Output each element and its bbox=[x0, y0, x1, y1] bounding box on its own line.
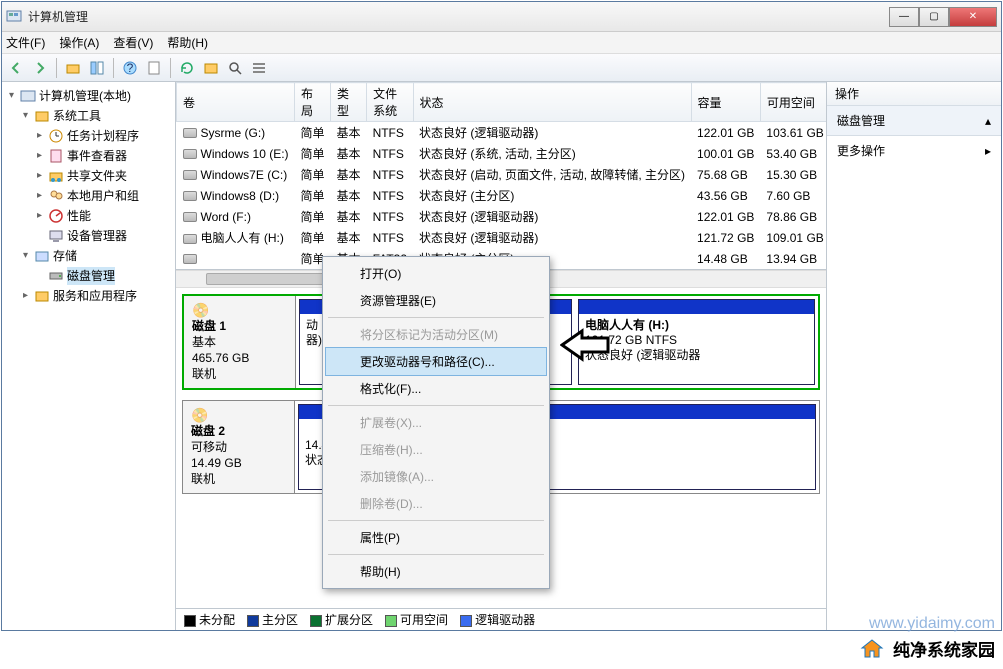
tree-services[interactable]: ▸服务和应用程序 bbox=[20, 286, 173, 306]
show-hide-button[interactable] bbox=[87, 58, 107, 78]
ctx-explorer[interactable]: 资源管理器(E) bbox=[326, 287, 546, 314]
ctx-mirror: 添加镜像(A)... bbox=[326, 463, 546, 490]
navigation-tree[interactable]: ▾计算机管理(本地) ▾系统工具 ▸任务计划程序 ▸事件查看器 ▸共享文件夹 ▸… bbox=[2, 82, 176, 630]
col-volume[interactable]: 卷 bbox=[177, 83, 295, 122]
col-capacity[interactable]: 容量 bbox=[691, 83, 760, 122]
menu-file[interactable]: 文件(F) bbox=[6, 34, 45, 51]
ctx-shrink: 压缩卷(H)... bbox=[326, 436, 546, 463]
table-row[interactable]: Windows7E (C:)简单基本NTFS状态良好 (启动, 页面文件, 活动… bbox=[177, 164, 827, 185]
window-title: 计算机管理 bbox=[28, 8, 889, 25]
actions-header: 操作 bbox=[827, 82, 1001, 106]
col-type[interactable]: 类型 bbox=[331, 83, 367, 122]
tree-task-scheduler[interactable]: ▸任务计划程序 bbox=[34, 126, 173, 146]
titlebar[interactable]: 计算机管理 — ▢ ✕ bbox=[2, 2, 1001, 32]
legend-primary: 主分区 bbox=[262, 613, 298, 627]
ctx-format[interactable]: 格式化(F)... bbox=[326, 375, 546, 402]
ctx-mark-active: 将分区标记为活动分区(M) bbox=[326, 321, 546, 348]
legend-unallocated: 未分配 bbox=[199, 613, 235, 627]
tree-device-manager[interactable]: 设备管理器 bbox=[34, 226, 173, 246]
ctx-extend: 扩展卷(X)... bbox=[326, 409, 546, 436]
volume-icon bbox=[183, 149, 197, 159]
disk-2-info[interactable]: 📀 磁盘 2 可移动 14.49 GB 联机 bbox=[183, 401, 295, 493]
legend-logical: 逻辑驱动器 bbox=[475, 613, 535, 627]
ctx-change-drive-letter[interactable]: 更改驱动器号和路径(C)... bbox=[326, 348, 546, 375]
explore-button[interactable] bbox=[201, 58, 221, 78]
actions-group[interactable]: 磁盘管理▴ bbox=[827, 106, 1001, 136]
legend-free: 可用空间 bbox=[400, 613, 448, 627]
volume-icon bbox=[183, 212, 197, 222]
collapse-icon: ▴ bbox=[985, 114, 991, 128]
list-button[interactable] bbox=[249, 58, 269, 78]
help-button[interactable]: ? bbox=[120, 58, 140, 78]
col-layout[interactable]: 布局 bbox=[295, 83, 331, 122]
brand-logo-icon bbox=[857, 637, 887, 661]
table-row[interactable]: Word (F:)简单基本NTFS状态良好 (逻辑驱动器)122.01 GB78… bbox=[177, 206, 827, 227]
table-row[interactable]: Windows 10 (E:)简单基本NTFS状态良好 (系统, 活动, 主分区… bbox=[177, 143, 827, 164]
tree-performance[interactable]: ▸性能 bbox=[34, 206, 173, 226]
svg-text:?: ? bbox=[127, 61, 134, 75]
table-row[interactable]: Sysrme (G:)简单基本NTFS状态良好 (逻辑驱动器)122.01 GB… bbox=[177, 122, 827, 144]
toolbar: ? bbox=[2, 54, 1001, 82]
ctx-help[interactable]: 帮助(H) bbox=[326, 558, 546, 585]
disk-1-partition-h[interactable]: 电脑人人有 (H:)121.72 GB NTFS状态良好 (逻辑驱动器 bbox=[578, 299, 815, 385]
actions-more[interactable]: 更多操作▸ bbox=[827, 136, 1001, 165]
col-status[interactable]: 状态 bbox=[413, 83, 691, 122]
volume-icon bbox=[183, 254, 197, 264]
watermark-brand: 纯净系统家园 bbox=[857, 636, 995, 661]
context-menu: 打开(O) 资源管理器(E) 将分区标记为活动分区(M) 更改驱动器号和路径(C… bbox=[322, 256, 550, 589]
menubar: 文件(F) 操作(A) 查看(V) 帮助(H) bbox=[2, 32, 1001, 54]
table-row[interactable]: Windows8 (D:)简单基本NTFS状态良好 (主分区)43.56 GB7… bbox=[177, 185, 827, 206]
col-fs[interactable]: 文件系统 bbox=[367, 83, 413, 122]
col-free[interactable]: 可用空间 bbox=[760, 83, 826, 122]
table-row[interactable]: 电脑人人有 (H:)简单基本NTFS状态良好 (逻辑驱动器)121.72 GB1… bbox=[177, 227, 827, 248]
legend-extended: 扩展分区 bbox=[325, 613, 373, 627]
tree-local-users[interactable]: ▸本地用户和组 bbox=[34, 186, 173, 206]
tree-storage[interactable]: ▾存储 bbox=[20, 246, 173, 266]
disk-1-info[interactable]: 📀 磁盘 1 基本 465.76 GB 联机 bbox=[184, 296, 296, 388]
chevron-right-icon: ▸ bbox=[985, 144, 991, 158]
menu-view[interactable]: 查看(V) bbox=[113, 34, 153, 51]
ctx-open[interactable]: 打开(O) bbox=[326, 260, 546, 287]
app-icon bbox=[6, 9, 22, 25]
back-button[interactable] bbox=[6, 58, 26, 78]
refresh-button[interactable] bbox=[177, 58, 197, 78]
tree-event-viewer[interactable]: ▸事件查看器 bbox=[34, 146, 173, 166]
disk-icon: 📀 bbox=[192, 302, 287, 318]
volume-icon bbox=[183, 170, 197, 180]
up-button[interactable] bbox=[63, 58, 83, 78]
actions-pane: 操作 磁盘管理▴ 更多操作▸ bbox=[827, 82, 1001, 630]
minimize-button[interactable]: — bbox=[889, 7, 919, 27]
tree-systools[interactable]: ▾系统工具 bbox=[20, 106, 173, 126]
volume-icon bbox=[183, 128, 197, 138]
ctx-delete: 删除卷(D)... bbox=[326, 490, 546, 517]
legend: 未分配 主分区 扩展分区 可用空间 逻辑驱动器 bbox=[176, 608, 826, 630]
properties-button[interactable] bbox=[144, 58, 164, 78]
volume-icon bbox=[183, 191, 197, 201]
tree-disk-management[interactable]: 磁盘管理 bbox=[34, 266, 173, 286]
menu-help[interactable]: 帮助(H) bbox=[167, 34, 208, 51]
forward-button[interactable] bbox=[30, 58, 50, 78]
close-button[interactable]: ✕ bbox=[949, 7, 997, 27]
disk-icon: 📀 bbox=[191, 407, 286, 423]
volume-icon bbox=[183, 234, 197, 244]
maximize-button[interactable]: ▢ bbox=[919, 7, 949, 27]
tree-shared-folders[interactable]: ▸共享文件夹 bbox=[34, 166, 173, 186]
volume-list[interactable]: 卷 布局 类型 文件系统 状态 容量 可用空间 Sysrme (G:)简单基本N… bbox=[176, 82, 826, 270]
menu-action[interactable]: 操作(A) bbox=[59, 34, 99, 51]
ctx-properties[interactable]: 属性(P) bbox=[326, 524, 546, 551]
watermark-url: www.yidaimy.com bbox=[869, 615, 995, 633]
rescan-button[interactable] bbox=[225, 58, 245, 78]
tree-root[interactable]: ▾计算机管理(本地) bbox=[6, 86, 173, 106]
